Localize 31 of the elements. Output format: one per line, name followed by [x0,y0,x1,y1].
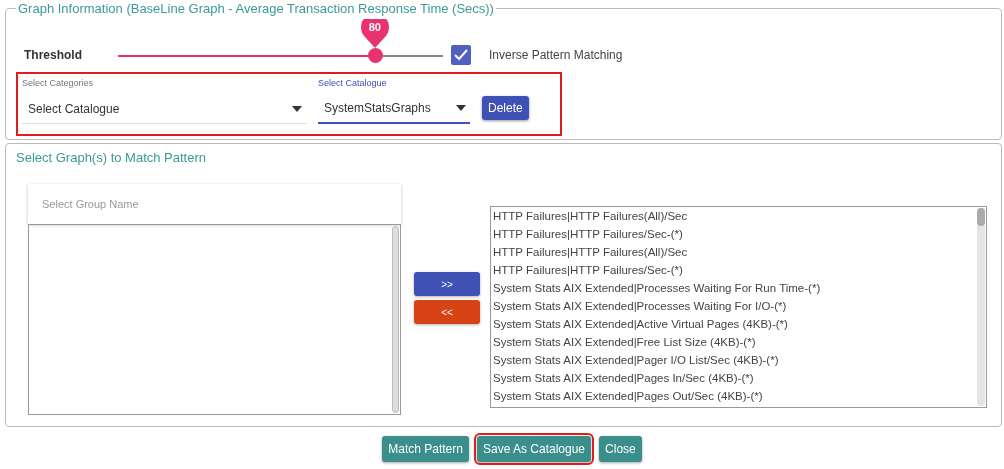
field-label: Select Categories [22,77,95,90]
remove-button[interactable]: << [414,300,480,324]
graph-list-item[interactable]: System Stats AIX Extended|Pager I/O List/Sec (4KB)-(*) [491,351,986,369]
field-label: Select Catalogue [318,77,388,90]
slider-thumb[interactable] [367,47,383,63]
save-catalogue-button[interactable]: Save As Catalogue [476,436,592,462]
match-pattern-button[interactable]: Match Pattern [382,436,469,462]
inverse-checkbox[interactable] [451,45,471,65]
graph-list-item[interactable]: System Stats AIX Extended|Free List Size (4KB)-(*) [491,333,986,351]
graph-list-item[interactable]: System Stats AIX Extended|Processes Waiting For Run Time-(*) [491,279,986,297]
graph-list-item[interactable]: HTTP Failures|HTTP Failures(All)/Sec [491,207,986,225]
graph-list[interactable] [490,206,987,408]
panel-title: Select Graph(s) to Match Pattern [16,149,207,167]
caret-icon [456,105,466,111]
graph-list-item[interactable]: HTTP Failures|HTTP Failures/Sec-(*) [491,225,986,243]
add-button[interactable]: >> [414,272,480,296]
graph-list-item[interactable]: System Stats AIX Extended|Processes Waiting For I/O-(*) [491,297,986,315]
threshold-label: Threshold [24,47,83,64]
graph-list-item[interactable]: HTTP Failures|HTTP Failures(All)/Sec [491,243,986,261]
close-button[interactable]: Close [599,436,642,462]
scrollbar[interactable] [977,208,985,406]
delete-button[interactable]: Delete [482,96,529,120]
graph-list-item[interactable]: System Stats AIX Extended|Active Virtual Pages (4KB)-(*) [491,315,986,333]
select-dropdown[interactable]: SystemStatsGraphs [318,94,470,124]
graph-list-item[interactable]: System Stats AIX Extended|Pages In/Sec (4KB)-(*) [491,369,986,387]
graph-list-item[interactable]: HTTP Failures|HTTP Failures/Sec-(*) [491,261,986,279]
graph-list-item[interactable]: System Stats AIX Extended|Pages Out/Sec (4KB)-(*) [491,387,986,405]
caret-icon [292,105,302,112]
checkbox-label: Inverse Pattern Matching [489,47,623,64]
scrollbar[interactable] [392,226,399,413]
select-dropdown[interactable]: Select Catalogue [22,94,306,124]
